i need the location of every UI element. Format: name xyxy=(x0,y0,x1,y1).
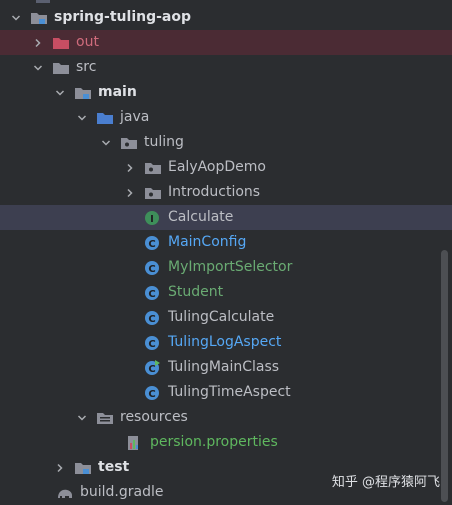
svg-text:C: C xyxy=(148,264,155,275)
file-label: MainConfig xyxy=(168,234,247,250)
main-folder-label: main xyxy=(98,84,137,100)
svg-text:C: C xyxy=(148,289,155,300)
file-label: TulingTimeAspect xyxy=(168,384,291,400)
file-label: persion.properties xyxy=(150,434,278,450)
file-label: TulingCalculate xyxy=(168,309,275,325)
tree-node-ealyaopdemo[interactable]: EalyAopDemo xyxy=(0,155,452,180)
svg-text:C: C xyxy=(148,339,155,350)
tree-node-tulinglogaspect[interactable]: C TulingLogAspect xyxy=(0,330,452,355)
out-folder-label: out xyxy=(76,34,99,50)
root-project-label: spring-tuling-aop xyxy=(54,9,191,25)
tree-node-main[interactable]: main xyxy=(0,80,452,105)
file-label: MyImportSelector xyxy=(168,259,293,275)
java-folder-label: java xyxy=(120,109,150,125)
tree-node-tuling[interactable]: tuling xyxy=(0,130,452,155)
interface-icon: I xyxy=(144,210,162,226)
resources-folder-icon xyxy=(96,410,114,426)
chevron-right-icon[interactable] xyxy=(124,162,136,174)
class-icon: C xyxy=(144,385,162,401)
file-label: TulingLogAspect xyxy=(168,334,282,350)
svg-text:C: C xyxy=(148,314,155,325)
excluded-folder-icon xyxy=(52,35,70,51)
file-label: TulingMainClass xyxy=(168,359,280,375)
resources-folder-label: resources xyxy=(120,409,188,425)
svg-text:C: C xyxy=(148,389,155,400)
module-folder-icon xyxy=(30,10,48,26)
project-tree: spring-tuling-aop out src main java tuli… xyxy=(0,0,452,502)
class-icon: C xyxy=(144,310,162,326)
tree-node-src[interactable]: src xyxy=(0,55,452,80)
tree-node-myimportselector[interactable]: C MyImportSelector xyxy=(0,255,452,280)
tree-node-introductions[interactable]: Introductions xyxy=(0,180,452,205)
test-folder-label: test xyxy=(98,459,130,475)
tree-top-indicator xyxy=(36,0,50,3)
folder-icon xyxy=(52,60,70,76)
watermark: 知乎 @程序猿阿飞 xyxy=(331,475,440,490)
tree-node-java[interactable]: java xyxy=(0,105,452,130)
chevron-right-icon[interactable] xyxy=(54,462,66,474)
class-icon: C xyxy=(144,260,162,276)
chevron-down-icon[interactable] xyxy=(76,112,88,124)
tree-node-tulingmainclass[interactable]: C TulingMainClass xyxy=(0,355,452,380)
runnable-class-icon: C xyxy=(144,359,162,376)
module-folder-icon xyxy=(74,460,92,476)
chevron-down-icon[interactable] xyxy=(54,87,66,99)
tuling-package-label: tuling xyxy=(144,134,184,150)
package-label: EalyAopDemo xyxy=(168,159,266,175)
tree-node-calculate[interactable]: I Calculate xyxy=(0,205,452,230)
tree-node-properties[interactable]: persion.properties xyxy=(0,430,452,455)
file-label: build.gradle xyxy=(80,484,164,500)
svg-text:C: C xyxy=(148,239,155,250)
svg-text:I: I xyxy=(150,214,154,225)
class-icon: C xyxy=(144,235,162,251)
package-icon xyxy=(144,160,162,176)
package-icon xyxy=(120,135,138,151)
svg-text:C: C xyxy=(148,364,155,375)
gradle-icon xyxy=(56,485,74,501)
chevron-down-icon[interactable] xyxy=(100,137,112,149)
file-label: Student xyxy=(168,284,224,300)
chevron-right-icon[interactable] xyxy=(124,187,136,199)
src-folder-label: src xyxy=(76,59,97,75)
tree-node-tulingtimeaspect[interactable]: C TulingTimeAspect xyxy=(0,380,452,405)
tree-node-student[interactable]: C Student xyxy=(0,280,452,305)
package-icon xyxy=(144,185,162,201)
tree-node-resources[interactable]: resources xyxy=(0,405,452,430)
tree-node-tulingcalculate[interactable]: C TulingCalculate xyxy=(0,305,452,330)
tree-node-root[interactable]: spring-tuling-aop xyxy=(0,5,452,30)
module-folder-icon xyxy=(74,85,92,101)
chevron-down-icon[interactable] xyxy=(32,62,44,74)
chevron-down-icon[interactable] xyxy=(76,412,88,424)
chevron-down-icon[interactable] xyxy=(10,12,22,24)
class-icon: C xyxy=(144,285,162,301)
tree-node-mainconfig[interactable]: C MainConfig xyxy=(0,230,452,255)
vertical-scrollbar[interactable] xyxy=(441,250,448,502)
chevron-right-icon[interactable] xyxy=(32,37,44,49)
package-label: Introductions xyxy=(168,184,261,200)
tree-node-out[interactable]: out xyxy=(0,30,452,55)
file-label: Calculate xyxy=(168,209,234,225)
properties-file-icon xyxy=(126,435,144,451)
source-folder-icon xyxy=(96,110,114,126)
class-icon: C xyxy=(144,335,162,351)
